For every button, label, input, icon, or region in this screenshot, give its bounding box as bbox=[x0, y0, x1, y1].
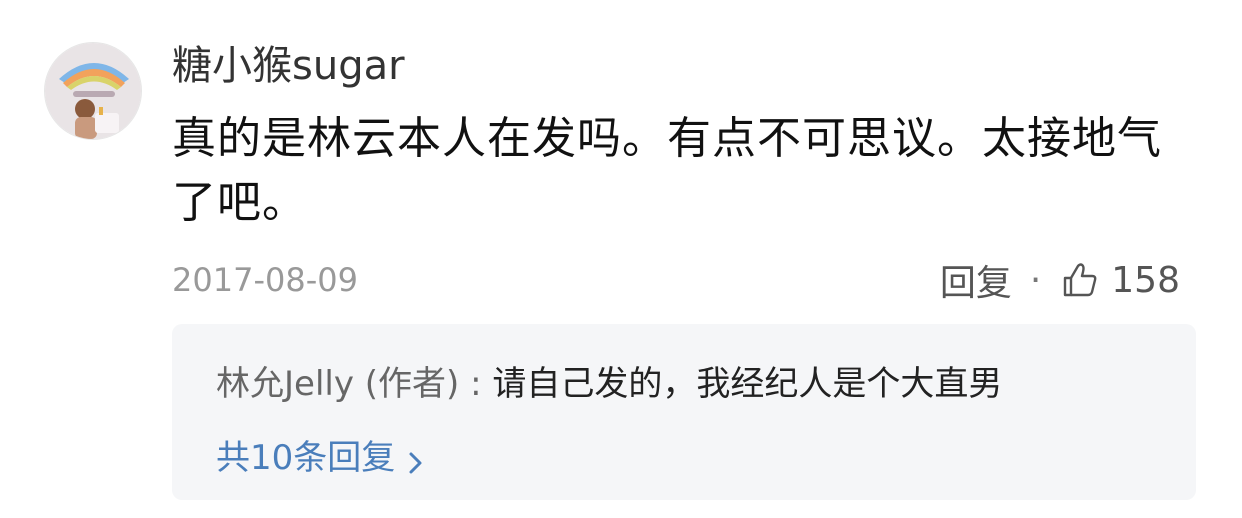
view-all-replies-label: 共10条回复 bbox=[216, 438, 396, 478]
like-button[interactable]: 158 bbox=[1061, 260, 1180, 301]
thumbs-up-icon bbox=[1061, 261, 1099, 299]
reply-preview[interactable]: 林允Jelly (作者) : 请自己发的，我经纪人是个大直男 共10条回复 bbox=[172, 324, 1196, 500]
comment-text: 真的是林云本人在发吗。有点不可思议。太接地气了吧。 bbox=[172, 113, 1162, 228]
reply-button[interactable]: 回复 bbox=[940, 254, 1012, 306]
view-all-replies-link[interactable]: 共10条回复 bbox=[216, 434, 427, 482]
action-separator: · bbox=[1029, 259, 1042, 301]
reply-preview-line: 林允Jelly (作者) : 请自己发的，我经纪人是个大直男 bbox=[216, 360, 1002, 408]
comment-date: 2017-08-09 bbox=[172, 261, 358, 299]
avatar-image bbox=[45, 43, 141, 139]
chevron-right-icon bbox=[405, 443, 427, 474]
comment-username[interactable]: 糖小猴sugar bbox=[172, 40, 405, 92]
reply-content: 请自己发的，我经纪人是个大直男 bbox=[492, 364, 1003, 404]
reply-author[interactable]: 林允Jelly (作者) : bbox=[216, 364, 492, 404]
avatar[interactable] bbox=[44, 42, 142, 140]
comment-actions: 回复 · 158 bbox=[940, 258, 1180, 305]
like-count: 158 bbox=[1111, 259, 1180, 301]
